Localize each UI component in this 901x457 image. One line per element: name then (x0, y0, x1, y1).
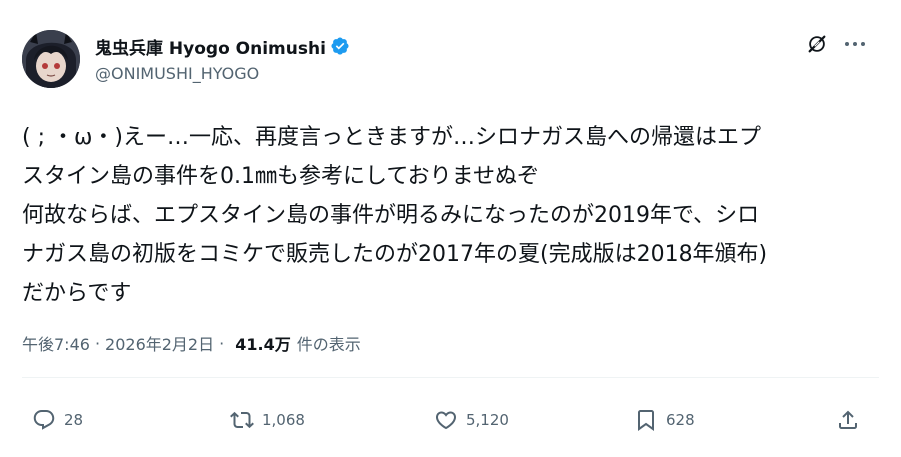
tweet-text-line: 何故ならば、エプスタイン島の事件が明るみになったのが2019年で、シロ (22, 203, 760, 228)
divider (22, 377, 879, 378)
like-button[interactable]: 5,120 (434, 400, 509, 440)
tweet-text-line: だからです (22, 281, 132, 306)
bookmark-button[interactable]: 628 (634, 400, 695, 440)
author-block: 鬼虫兵庫 Hyogo Onimushi @ONIMUSHI_HYOGO (95, 34, 350, 83)
tweet-text-line: ( ; ・ω・)えー…一応、再度言っときますが…シロナガス島への帰還はエプ (22, 125, 761, 150)
post-time[interactable]: 午後7:46 (22, 331, 90, 355)
tweet: 鬼虫兵庫 Hyogo Onimushi @ONIMUSHI_HYOGO ( ; … (0, 0, 901, 457)
view-count[interactable]: 41.4万 (235, 331, 290, 355)
like-count: 5,120 (466, 411, 509, 429)
tweet-text-line: ナガス島の初版をコミケで販売したのが2017年の夏(完成版は2018年頒布) (22, 242, 768, 267)
tweet-meta: 午後7:46 · 2026年2月2日 · 41.4万 件の表示 (22, 331, 361, 355)
meta-separator: · (219, 333, 225, 353)
more-icon[interactable] (845, 36, 873, 52)
post-date[interactable]: 2026年2月2日 (105, 331, 214, 355)
reply-icon (33, 410, 55, 430)
avatar[interactable] (22, 30, 80, 88)
repost-icon (230, 411, 254, 429)
bookmark-icon (638, 410, 654, 431)
bookmark-count: 628 (666, 411, 695, 429)
view-count-label: 件の表示 (296, 335, 361, 354)
avatar-image (22, 30, 80, 88)
repost-count: 1,068 (262, 411, 305, 429)
reply-count: 28 (64, 411, 84, 429)
share-button[interactable] (836, 400, 860, 440)
meta-separator: · (94, 333, 101, 353)
reply-button[interactable]: 28 (32, 400, 83, 440)
display-name[interactable]: 鬼虫兵庫 Hyogo Onimushi (95, 34, 326, 59)
handle[interactable]: @ONIMUSHI_HYOGO (95, 64, 350, 83)
tweet-text-line: スタイン島の事件を0.1㎜も参考にしておりませぬぞ (22, 164, 540, 189)
share-icon (839, 410, 857, 429)
verified-badge-icon[interactable] (330, 36, 350, 56)
tweet-text: ( ; ・ω・)えー…一応、再度言っときますが…シロナガス島への帰還はエプ スタ… (22, 118, 882, 313)
grok-icon[interactable] (806, 33, 828, 55)
repost-button[interactable]: 1,068 (230, 400, 305, 440)
action-bar: 28 1,068 5,120 628 (22, 400, 872, 440)
heart-icon (435, 411, 457, 430)
